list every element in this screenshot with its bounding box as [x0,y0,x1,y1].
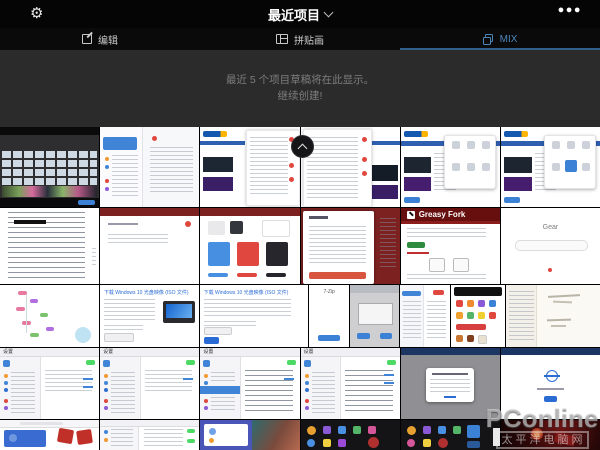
greasy-fork-title: Greasy Fork [419,210,466,219]
settings-bar-label: 设置 [3,349,13,355]
thumb-maroon-modal-toggle[interactable] [100,208,199,284]
thumb-appstore-icon-grid[interactable] [451,285,505,347]
gear-page-title: Gear [501,224,600,231]
win10-title: 下载 Windows 10 光盘映像 (ISO 文件) [104,289,189,296]
drafts-message-line2: 继续创建! [278,90,323,103]
thumb-win10-iso-laptop[interactable]: 下载 Windows 10 光盘映像 (ISO 文件) [100,285,199,347]
thumb-pconline-popup-grid-selected[interactable] [501,127,600,207]
project-title-dropdown[interactable]: 最近项目 [0,0,600,28]
thumb-blue-cards-photo[interactable] [200,420,299,450]
thumb-7zip-page[interactable]: 7-Zip [309,285,349,347]
thumb-settings-list[interactable] [400,285,449,347]
tab-collage[interactable]: 拼贴画 [200,28,400,50]
chevron-down-icon [324,8,334,18]
thumb-webpage-toggle-panel-b[interactable] [301,127,400,207]
thumb-mindmap-diagram[interactable] [0,285,99,347]
tab-collage-label: 拼贴画 [294,32,324,47]
drafts-expand-button[interactable] [291,135,314,158]
thumb-photo-picker-dark[interactable] [0,127,99,207]
thumb-gear-search-page[interactable]: Gear [501,208,600,284]
thumb-homescreen-icons-b[interactable] [401,420,500,450]
thumb-ipad-settings-1[interactable]: 设置 [0,348,99,419]
tab-bar: 编辑 拼贴画 MIX [0,28,600,50]
thumb-webpage-toggle-panel-a[interactable] [200,127,299,207]
drafts-message-line1: 最近 5 个项目草稿将在此显示。 [226,74,374,87]
thumb-ios-settings-sidebar[interactable] [100,127,199,207]
thumb-maroon-dropdown-modal[interactable] [301,208,400,284]
chevron-up-icon [298,143,308,153]
photo-grid: Greasy Fork Gear [0,127,600,450]
tab-edit-label: 编辑 [98,32,118,47]
thumb-maroon-product-cards[interactable] [200,208,299,284]
thumb-ipad-settings-4[interactable]: 设置 [301,348,400,419]
thumb-installer-wizard[interactable] [350,285,399,347]
thumb-ipad-settings-2[interactable]: 设置 [100,348,199,419]
thumb-appstore-banner[interactable] [0,420,99,450]
collage-icon [276,34,288,44]
7zip-title: 7-Zip [309,289,349,295]
thumb-greasy-fork-site[interactable]: Greasy Fork [401,208,500,284]
thumb-ipad-settings-3-selected[interactable]: 设置 [200,348,299,419]
mix-icon [483,34,494,44]
win10-title-2: 下载 Windows 10 光盘映像 (ISO 文件) [204,289,289,296]
top-bar: ⚙ 最近项目 ●●● [0,0,600,28]
thumb-activation-page[interactable] [501,348,600,419]
page-title: 最近项目 [268,5,320,24]
thumb-win10-iso-plain[interactable]: 下载 Windows 10 光盘映像 (ISO 文件) [200,285,309,347]
tab-mix-label: MIX [500,34,518,45]
tab-mix[interactable]: MIX [400,28,600,50]
thumb-pconline-popup-grid[interactable] [401,127,500,207]
app-window: ⚙ 最近项目 ●●● 编辑 拼贴画 MIX 最近 5 个项目草稿将在此显示。 继… [0,0,600,450]
thumb-concert-photo[interactable] [501,420,600,450]
thumb-gray-dialog[interactable] [401,348,500,419]
more-options-icon[interactable]: ●●● [558,4,582,16]
thumb-text-document[interactable] [0,208,99,284]
thumb-settings-green-toggles[interactable] [100,420,199,450]
edit-icon [82,34,92,44]
drafts-empty-state: 最近 5 个项目草稿将在此显示。 继续创建! [0,50,600,127]
tab-edit[interactable]: 编辑 [0,28,200,50]
thumb-homescreen-icons-a[interactable] [301,420,400,450]
thumb-notes-handwriting[interactable] [506,285,600,347]
